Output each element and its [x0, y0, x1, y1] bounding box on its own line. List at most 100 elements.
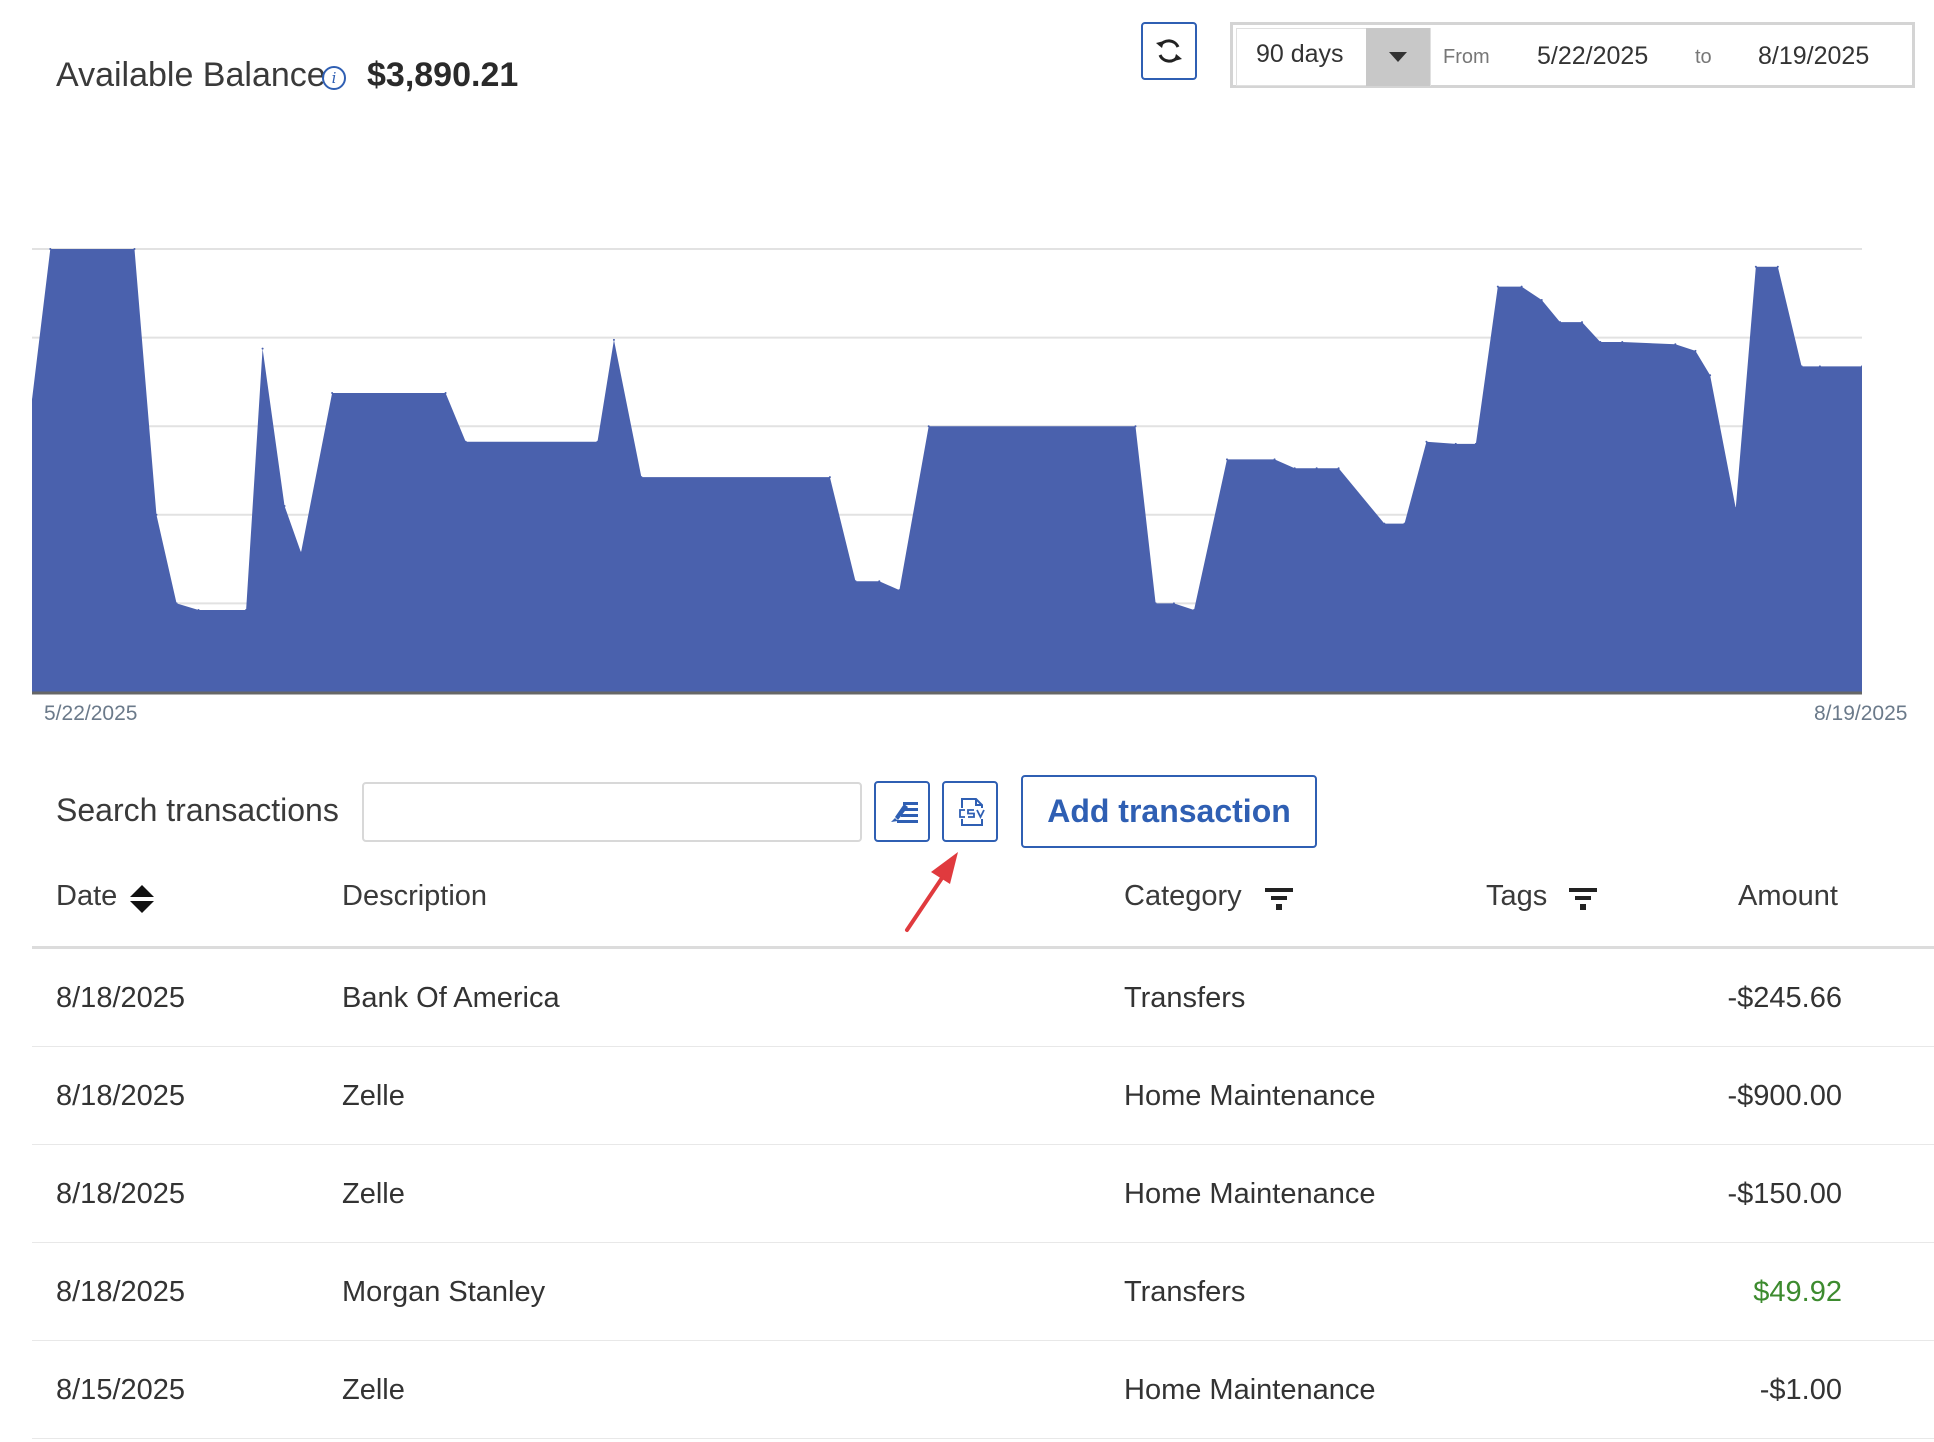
- balance-data-point: [245, 609, 248, 612]
- refresh-button[interactable]: [1141, 22, 1197, 80]
- balance-data-point: [197, 609, 200, 612]
- balance-data-point: [1134, 425, 1137, 428]
- chart-x-end-label: 8/19/2025: [1814, 702, 1908, 725]
- bulk-edit-button[interactable]: [874, 781, 930, 842]
- transaction-amount: -$900.00: [1727, 1080, 1843, 1112]
- transaction-amount: -$150.00: [1727, 1178, 1843, 1210]
- info-icon[interactable]: i: [322, 66, 346, 90]
- range-dropdown-toggle[interactable]: [1366, 28, 1430, 86]
- balance-data-point: [1225, 458, 1228, 461]
- balance-data-point: [854, 580, 857, 583]
- table-row[interactable]: 8/18/2025 Zelle Home Maintenance -$900.0…: [32, 1047, 1934, 1145]
- filter-icon[interactable]: [1264, 884, 1294, 912]
- balance-data-point: [175, 602, 178, 605]
- column-header-tags: Tags: [1486, 880, 1548, 912]
- transaction-date: 8/18/2025: [56, 1178, 186, 1210]
- annotation-arrow: [905, 852, 958, 932]
- transaction-description: Bank Of America: [342, 982, 560, 1014]
- chart-x-start-label: 5/22/2025: [44, 702, 138, 725]
- transaction-date: 8/18/2025: [56, 1080, 186, 1112]
- balance-data-point: [1154, 602, 1157, 605]
- balance-data-point: [283, 504, 286, 507]
- transaction-description: Morgan Stanley: [342, 1276, 546, 1308]
- balance-data-point: [1674, 343, 1677, 346]
- from-date-input[interactable]: 5/22/2025: [1537, 42, 1648, 71]
- transaction-date: 8/18/2025: [56, 982, 186, 1014]
- add-transaction-button[interactable]: Add transaction: [1021, 775, 1317, 848]
- transaction-description: Zelle: [342, 1080, 405, 1112]
- search-input[interactable]: [362, 782, 862, 842]
- balance-data-point: [464, 440, 467, 443]
- balance-data-point: [1581, 321, 1584, 324]
- transaction-category[interactable]: Transfers: [1124, 982, 1245, 1015]
- balance-data-point: [155, 513, 158, 516]
- balance-data-point: [640, 476, 643, 479]
- balance-area-series[interactable]: [32, 249, 1862, 692]
- balance-data-point: [1599, 341, 1602, 344]
- column-header-description: Description: [342, 880, 488, 912]
- transaction-category[interactable]: Home Maintenance: [1124, 1178, 1375, 1211]
- balance-data-point: [1293, 467, 1296, 470]
- transaction-category[interactable]: Home Maintenance: [1124, 1080, 1375, 1113]
- transaction-date: 8/15/2025: [56, 1374, 186, 1406]
- balance-data-point: [1315, 467, 1318, 470]
- table-row[interactable]: 8/18/2025 Morgan Stanley Transfers $49.9…: [32, 1243, 1934, 1341]
- balance-data-point: [1818, 365, 1821, 368]
- balance-data-point: [1709, 374, 1712, 377]
- balance-data-point: [1403, 522, 1406, 525]
- filter-icon[interactable]: [1568, 884, 1598, 912]
- transaction-description: Zelle: [342, 1178, 405, 1210]
- balance-data-point: [1694, 349, 1697, 352]
- balance-data-point: [444, 391, 447, 394]
- balance-data-point: [1454, 442, 1457, 445]
- table-row[interactable]: 8/18/2025 Zelle Home Maintenance -$150.0…: [32, 1145, 1934, 1243]
- transaction-amount: -$245.66: [1727, 982, 1843, 1014]
- balance-data-point: [331, 391, 334, 394]
- balance-data-point: [300, 551, 303, 554]
- transaction-category[interactable]: Transfers: [1124, 1276, 1245, 1309]
- balance-data-point: [878, 580, 881, 583]
- range-dropdown-value: 90 days: [1256, 40, 1344, 68]
- search-label: Search transactions: [56, 792, 339, 828]
- balance-data-point: [1559, 321, 1562, 324]
- sort-icon[interactable]: [129, 884, 155, 914]
- from-label: From: [1443, 46, 1490, 68]
- balance-data-point: [1776, 265, 1779, 268]
- column-header-amount: Amount: [1738, 880, 1838, 912]
- balance-data-point: [1754, 265, 1757, 268]
- balance-data-point: [596, 440, 599, 443]
- balance-data-point: [1621, 341, 1624, 344]
- balance-chart: [32, 248, 1862, 695]
- column-header-date[interactable]: Date: [56, 880, 117, 913]
- refresh-icon: [1156, 39, 1182, 63]
- transaction-category[interactable]: Home Maintenance: [1124, 1374, 1375, 1407]
- table-row[interactable]: 8/15/2025 Zelle Home Maintenance -$1.00: [32, 1341, 1934, 1439]
- balance-data-point: [1172, 602, 1175, 605]
- balance-data-point: [1520, 285, 1523, 288]
- balance-data-point: [1474, 442, 1477, 445]
- csv-file-icon: [958, 798, 986, 826]
- balance-data-point: [1193, 609, 1196, 612]
- balance-data-point: [1383, 522, 1386, 525]
- to-date-input[interactable]: 8/19/2025: [1758, 42, 1869, 71]
- transaction-amount: -$1.00: [1759, 1374, 1842, 1406]
- balance-data-point: [1337, 467, 1340, 470]
- balance-data-point: [1273, 458, 1276, 461]
- balance-data-point: [1800, 365, 1803, 368]
- table-row[interactable]: 8/18/2025 Bank Of America Transfers -$24…: [32, 949, 1934, 1047]
- column-header-category: Category: [1124, 880, 1242, 912]
- balance-data-point: [1540, 298, 1543, 301]
- export-csv-button[interactable]: [942, 781, 998, 842]
- balance-data-point: [1734, 507, 1737, 510]
- balance-data-point: [927, 425, 930, 428]
- balance-data-point: [898, 589, 901, 592]
- available-balance-label: Available Balance: [56, 56, 326, 94]
- chevron-down-icon: [1389, 52, 1407, 62]
- balance-data-point: [828, 476, 831, 479]
- available-balance-value: $3,890.21: [367, 56, 519, 94]
- transaction-date: 8/18/2025: [56, 1276, 186, 1308]
- balance-data-point: [1496, 285, 1499, 288]
- transaction-description: Zelle: [342, 1374, 405, 1406]
- list-edit-icon: [891, 802, 918, 823]
- balance-data-point: [133, 248, 136, 250]
